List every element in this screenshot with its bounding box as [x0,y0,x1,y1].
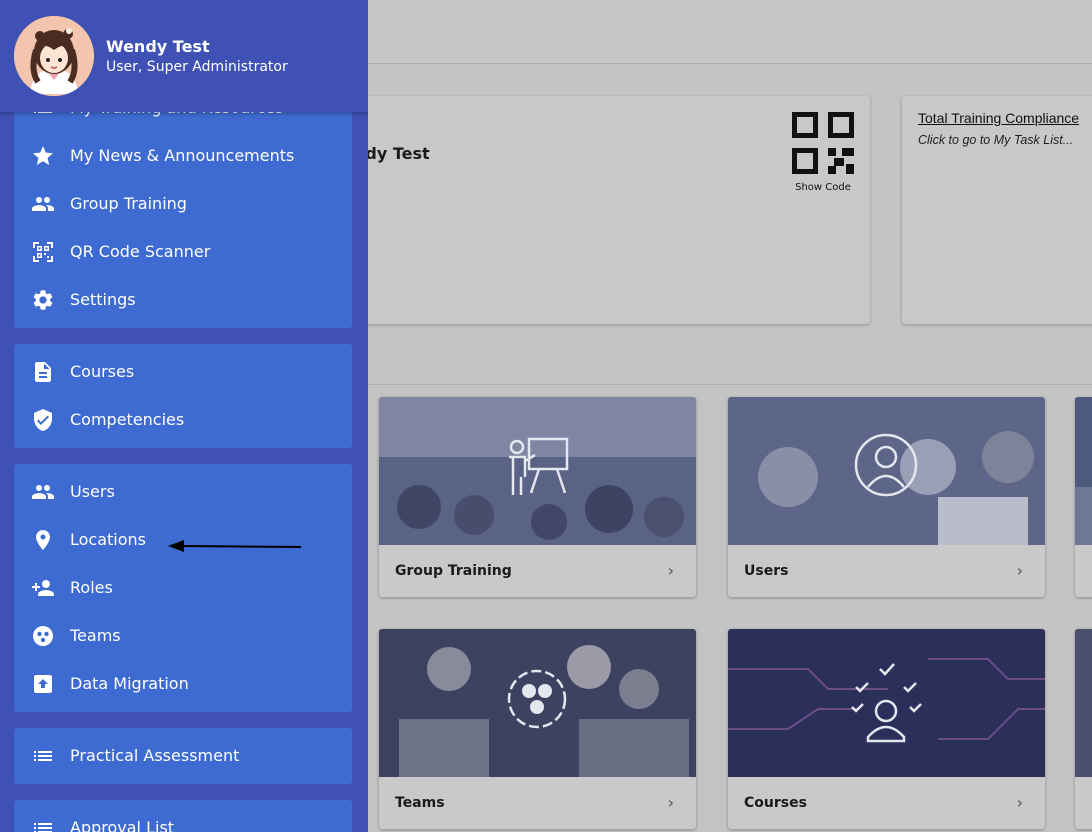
gear-icon [33,290,53,310]
chevron-right-icon: › [667,561,674,580]
menu-group-content: Courses Competencies [14,344,352,448]
shield-check-icon [34,409,52,431]
list-icon [34,823,52,832]
drawer-header: Wendy Test User, Super Administrator [0,0,368,112]
qr-scanner-icon [33,242,53,262]
avatar[interactable] [14,16,94,96]
menu-item-label: Group Training [70,194,187,213]
menu-item-roles[interactable]: Roles [14,564,352,612]
partial-tile-image [1075,397,1092,545]
people-icon [32,485,54,499]
menu-item-label: Settings [70,290,136,309]
menu-item-teams[interactable]: Teams [14,612,352,660]
menu-item-courses[interactable]: Courses [14,348,352,396]
section-divider [368,384,1092,385]
menu-item-group-training[interactable]: Group Training [14,180,352,228]
menu-item-label: My News & Announcements [70,146,295,165]
tile-label: Users [744,563,789,579]
menu-item-label: Teams [70,626,121,645]
menu-item-label: Practical Assessment [70,746,240,765]
tile-group-training[interactable]: Group Training › [379,397,696,597]
star-icon [33,146,53,165]
navigation-drawer: Wendy Test User, Super Administrator My … [0,0,368,832]
profile-card[interactable]: ndy Test Show Code [330,96,870,324]
menu-item-label: QR Code Scanner [70,242,211,261]
user-name: Wendy Test [106,37,210,56]
menu-item-label: Users [70,482,115,501]
tile-partial-2[interactable] [1075,629,1092,829]
group-training-image [379,397,696,545]
tile-label: Teams [395,795,445,811]
menu-group-approval: Approval List [14,800,352,832]
menu-item-label: Competencies [70,410,185,429]
upload-box-icon [34,675,52,693]
courses-image [728,629,1045,777]
user-role: User, Super Administrator [106,59,288,75]
compliance-card[interactable]: Total Training Compliance Click to go to… [902,96,1092,324]
chevron-right-icon: › [667,793,674,812]
menu-item-data-migration[interactable]: Data Migration [14,660,352,708]
menu-item-qr-scanner[interactable]: QR Code Scanner [14,228,352,276]
menu-group-assessment: Practical Assessment [14,728,352,784]
compliance-title[interactable]: Total Training Compliance [918,110,1079,126]
qr-code-icon[interactable] [792,112,854,174]
tile-teams[interactable]: Teams › [379,629,696,829]
compliance-subtitle: Click to go to My Task List... [918,133,1074,147]
people-icon [32,197,54,211]
tile-label: Group Training [395,563,512,579]
menu-item-label: Courses [70,362,135,381]
menu-item-approval-list[interactable]: Approval List [14,804,352,832]
menu-item-settings[interactable]: Settings [14,276,352,324]
chevron-right-icon: › [1016,561,1023,580]
menu-item-label: Locations [70,530,147,549]
tile-label: Courses [744,795,807,811]
avatar-illustration [14,16,94,96]
menu-item-label: Approval List [70,818,175,832]
menu-item-competencies[interactable]: Competencies [14,396,352,444]
tile-users[interactable]: Users › [728,397,1045,597]
document-icon [35,362,51,382]
teams-icon [33,626,53,646]
menu-item-practical-assessment[interactable]: Practical Assessment [14,732,352,780]
show-code-label[interactable]: Show Code [782,182,864,193]
tile-courses[interactable]: Courses › [728,629,1045,829]
location-pin-icon [36,530,50,550]
chevron-right-icon: › [1016,793,1023,812]
menu-group-admin: Users Locations Roles Teams Data Migrati… [14,464,352,712]
list-icon [34,751,52,761]
partial-tile-image [1075,629,1092,777]
users-image [728,397,1045,545]
annotation-arrow-icon [168,540,302,552]
teams-image [379,629,696,777]
menu-item-label: Data Migration [70,674,189,693]
menu-group-primary: My Training and Resources My News & Anno… [14,84,352,328]
menu-item-label: Roles [70,578,113,597]
menu-item-users[interactable]: Users [14,468,352,516]
person-add-icon [32,580,54,596]
tile-partial[interactable] [1075,397,1092,597]
menu-item-news[interactable]: My News & Announcements [14,132,352,180]
